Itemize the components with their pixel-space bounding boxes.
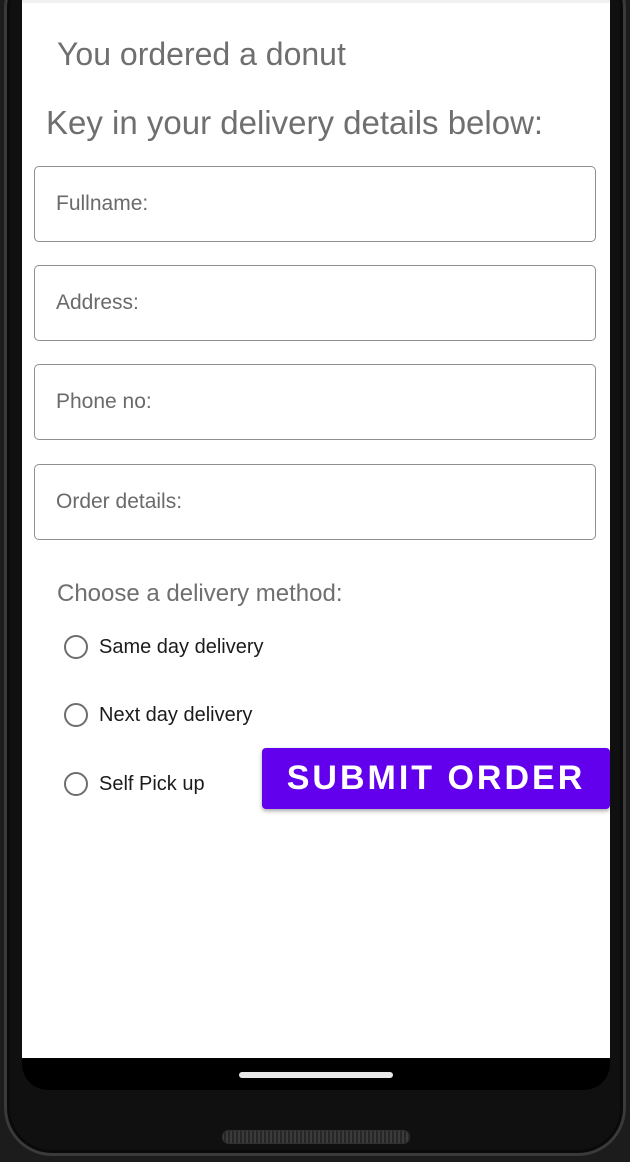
fullname-input[interactable] bbox=[35, 167, 595, 241]
radio-label: Same day delivery bbox=[99, 635, 264, 658]
status-bar-edge bbox=[22, 0, 610, 3]
radio-label: Self Pick up bbox=[99, 772, 205, 795]
phone-input[interactable] bbox=[35, 365, 595, 439]
home-gesture-handle[interactable] bbox=[239, 1072, 393, 1078]
radio-unchecked-icon[interactable] bbox=[64, 635, 88, 659]
order-heading: You ordered a donut bbox=[57, 36, 346, 72]
radio-next-day-delivery[interactable]: Next day delivery bbox=[64, 698, 252, 732]
address-field-box bbox=[34, 265, 596, 341]
delivery-method-label: Choose a delivery method: bbox=[57, 580, 343, 607]
fullname-field-box bbox=[34, 166, 596, 242]
address-input[interactable] bbox=[35, 266, 595, 340]
phone-field-box bbox=[34, 364, 596, 440]
speaker-grille bbox=[222, 1130, 410, 1144]
order-details-input[interactable] bbox=[35, 465, 595, 539]
radio-self-pick-up[interactable]: Self Pick up bbox=[64, 767, 205, 801]
radio-unchecked-icon[interactable] bbox=[64, 772, 88, 796]
submit-order-button[interactable]: SUBMIT ORDER bbox=[262, 748, 610, 809]
order-details-field-box bbox=[34, 464, 596, 540]
radio-unchecked-icon[interactable] bbox=[64, 703, 88, 727]
radio-same-day-delivery[interactable]: Same day delivery bbox=[64, 630, 264, 664]
phone-device: You ordered a donut Key in your delivery… bbox=[0, 0, 630, 1162]
delivery-details-prompt: Key in your delivery details below: bbox=[46, 104, 544, 141]
radio-label: Next day delivery bbox=[99, 703, 253, 726]
app-screen: You ordered a donut Key in your delivery… bbox=[22, 0, 610, 1058]
